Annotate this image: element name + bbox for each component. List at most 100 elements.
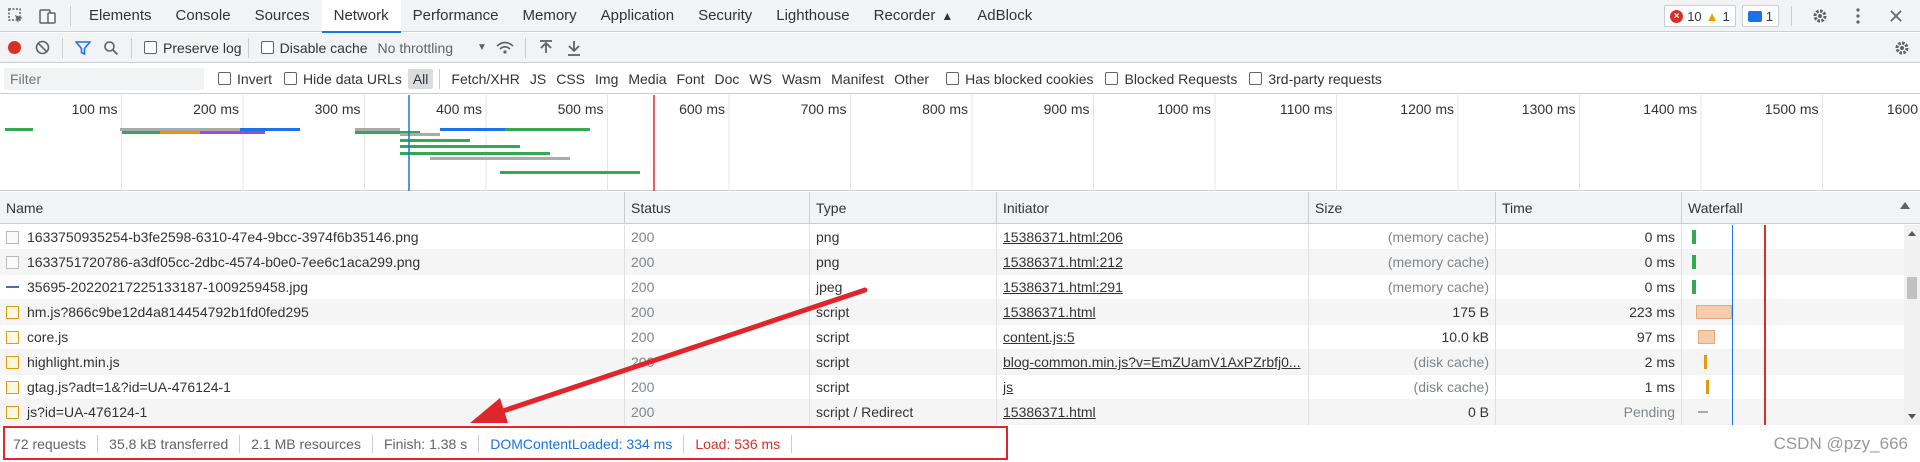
column-header-status[interactable]: Status — [625, 192, 810, 224]
column-header-size[interactable]: Size — [1309, 192, 1496, 224]
initiator-link[interactable]: content.js:5 — [1003, 329, 1075, 345]
inspect-element-icon[interactable] — [0, 0, 32, 32]
table-row[interactable]: 1633750935254-b3fe2598-6310-47e4-9bcc-39… — [0, 225, 1904, 250]
filter-type-all[interactable]: All — [407, 68, 434, 89]
filter-type-css[interactable]: CSS — [551, 69, 590, 89]
search-button[interactable] — [97, 34, 125, 62]
scroll-up-icon[interactable] — [1908, 231, 1916, 236]
tab-security[interactable]: Security — [686, 0, 764, 32]
invert-checkbox[interactable]: Invert — [218, 71, 272, 87]
cell-name[interactable]: hm.js?866c9be12d4a814454792b1fd0fed295 — [0, 299, 625, 325]
cell-waterfall — [1682, 324, 1904, 350]
filter-type-other[interactable]: Other — [889, 69, 934, 89]
tab-performance[interactable]: Performance — [401, 0, 511, 32]
import-har-button[interactable] — [532, 34, 560, 62]
hide-data-urls-checkbox[interactable]: Hide data URLs — [284, 71, 402, 87]
table-row[interactable]: hm.js?866c9be12d4a814454792b1fd0fed295 20… — [0, 299, 1904, 325]
record-button[interactable] — [0, 34, 28, 62]
column-header-initiator[interactable]: Initiator — [997, 192, 1309, 224]
overview-tick-label: 200 ms — [193, 101, 239, 117]
filter-type-img[interactable]: Img — [590, 69, 623, 89]
settings-gear-icon[interactable] — [1804, 0, 1836, 32]
initiator-link[interactable]: 15386371.html — [1003, 404, 1096, 420]
has-blocked-cookies-checkbox[interactable]: Has blocked cookies — [946, 71, 1093, 87]
overview-request-bar — [400, 133, 440, 136]
network-settings-button[interactable] — [1888, 34, 1916, 62]
initiator-link[interactable]: js — [1003, 379, 1013, 395]
column-header-time[interactable]: Time — [1496, 192, 1682, 224]
table-row[interactable]: gtag.js?adt=1&?id=UA-476124-1 200 script js… — [0, 374, 1904, 400]
export-har-button[interactable] — [560, 34, 588, 62]
filter-input[interactable] — [4, 67, 204, 90]
issues-counter[interactable]: × 10 ▲ 1 — [1664, 5, 1736, 27]
filter-toggle-button[interactable] — [69, 34, 97, 62]
initiator-link[interactable]: 15386371.html:206 — [1003, 229, 1123, 245]
request-name: hm.js?866c9be12d4a814454792b1fd0fed295 — [27, 304, 309, 320]
cell-name[interactable]: highlight.min.js — [0, 349, 625, 375]
initiator-link[interactable]: blog-common.min.js?v=EmZUamV1AxPZrbfj0..… — [1003, 354, 1301, 370]
cell-name[interactable]: core.js — [0, 324, 625, 350]
filter-type-fetch-xhr[interactable]: Fetch/XHR — [446, 69, 524, 89]
cell-time: 2 ms — [1496, 349, 1682, 375]
load-event-line — [1764, 349, 1766, 375]
close-devtools-icon[interactable] — [1880, 0, 1912, 32]
filter-icon — [75, 40, 91, 55]
filter-type-js[interactable]: JS — [525, 69, 551, 89]
column-header-name[interactable]: Name — [0, 192, 625, 224]
filter-type-manifest[interactable]: Manifest — [826, 69, 889, 89]
throttling-select[interactable]: No throttling ▼ — [378, 40, 487, 56]
blocked-requests-checkbox[interactable]: Blocked Requests — [1105, 71, 1237, 87]
error-count: 10 — [1687, 8, 1702, 24]
filter-type-ws[interactable]: WS — [744, 69, 777, 89]
cell-initiator: 15386371.html — [997, 299, 1309, 325]
initiator-link[interactable]: 15386371.html:212 — [1003, 254, 1123, 270]
overview-request-bar — [120, 128, 240, 131]
tab-network[interactable]: Network — [321, 0, 401, 33]
tab-lighthouse[interactable]: Lighthouse — [764, 0, 861, 32]
cell-name[interactable]: js?id=UA-476124-1 — [0, 399, 625, 425]
waterfall-bar — [1696, 304, 1732, 319]
table-row[interactable]: js?id=UA-476124-1 200 script / Redirect 153… — [0, 399, 1904, 425]
filter-type-font[interactable]: Font — [672, 69, 710, 89]
device-toolbar-icon[interactable] — [32, 0, 64, 32]
cell-name[interactable]: 35695-20220217225133187-1009259458.jpg — [0, 274, 625, 300]
filter-type-media[interactable]: Media — [623, 69, 671, 89]
tab-sources[interactable]: Sources — [243, 0, 322, 32]
table-scrollbar[interactable] — [1904, 225, 1920, 425]
scrollbar-thumb[interactable] — [1907, 277, 1917, 299]
third-party-checkbox[interactable]: 3rd-party requests — [1249, 71, 1382, 87]
filter-type-wasm[interactable]: Wasm — [777, 69, 826, 89]
table-row[interactable]: highlight.min.js 200 script blog-common.min… — [0, 349, 1904, 375]
column-header-waterfall[interactable]: Waterfall — [1682, 192, 1920, 224]
initiator-link[interactable]: 15386371.html:291 — [1003, 279, 1123, 295]
preserve-log-checkbox[interactable]: Preserve log — [144, 40, 242, 56]
summary-requests: 72 requests — [2, 435, 99, 453]
scroll-down-icon[interactable] — [1908, 414, 1916, 419]
tab-application[interactable]: Application — [589, 0, 686, 32]
overview-tick-label: 600 ms — [679, 101, 725, 117]
warning-icon: ▲ — [1705, 8, 1719, 24]
more-options-icon[interactable] — [1842, 0, 1874, 32]
table-row[interactable]: 35695-20220217225133187-1009259458.jpg 20… — [0, 274, 1904, 300]
cell-name[interactable]: 1633751720786-a3df05cc-2dbc-4574-b0e0-7e… — [0, 249, 625, 275]
network-overview-timeline[interactable]: 100 ms 200 ms 300 ms 400 ms 500 ms 600 ms 700 … — [0, 95, 1920, 191]
message-count: 1 — [1765, 8, 1773, 24]
network-conditions-button[interactable] — [491, 34, 519, 62]
cell-size: 10.0 kB — [1309, 324, 1496, 350]
tab-adblock[interactable]: AdBlock — [965, 0, 1044, 32]
table-row[interactable]: core.js 200 script content.js:5 10.0 kB 97 ms — [0, 324, 1904, 350]
disable-cache-checkbox[interactable]: Disable cache — [260, 40, 368, 56]
initiator-link[interactable]: 15386371.html — [1003, 304, 1096, 320]
tab-recorder[interactable]: Recorder ▲ — [862, 0, 966, 32]
tab-elements[interactable]: Elements — [77, 0, 164, 32]
clear-button[interactable] — [28, 34, 56, 62]
tab-console[interactable]: Console — [164, 0, 243, 32]
cell-name[interactable]: gtag.js?adt=1&?id=UA-476124-1 — [0, 374, 625, 400]
messages-counter[interactable]: 1 — [1741, 5, 1779, 27]
tab-divider — [1791, 6, 1792, 26]
cell-name[interactable]: 1633750935254-b3fe2598-6310-47e4-9bcc-39… — [0, 225, 625, 250]
filter-type-doc[interactable]: Doc — [710, 69, 745, 89]
column-header-type[interactable]: Type — [810, 192, 997, 224]
tab-memory[interactable]: Memory — [511, 0, 589, 32]
table-row[interactable]: 1633751720786-a3df05cc-2dbc-4574-b0e0-7e… — [0, 249, 1904, 275]
